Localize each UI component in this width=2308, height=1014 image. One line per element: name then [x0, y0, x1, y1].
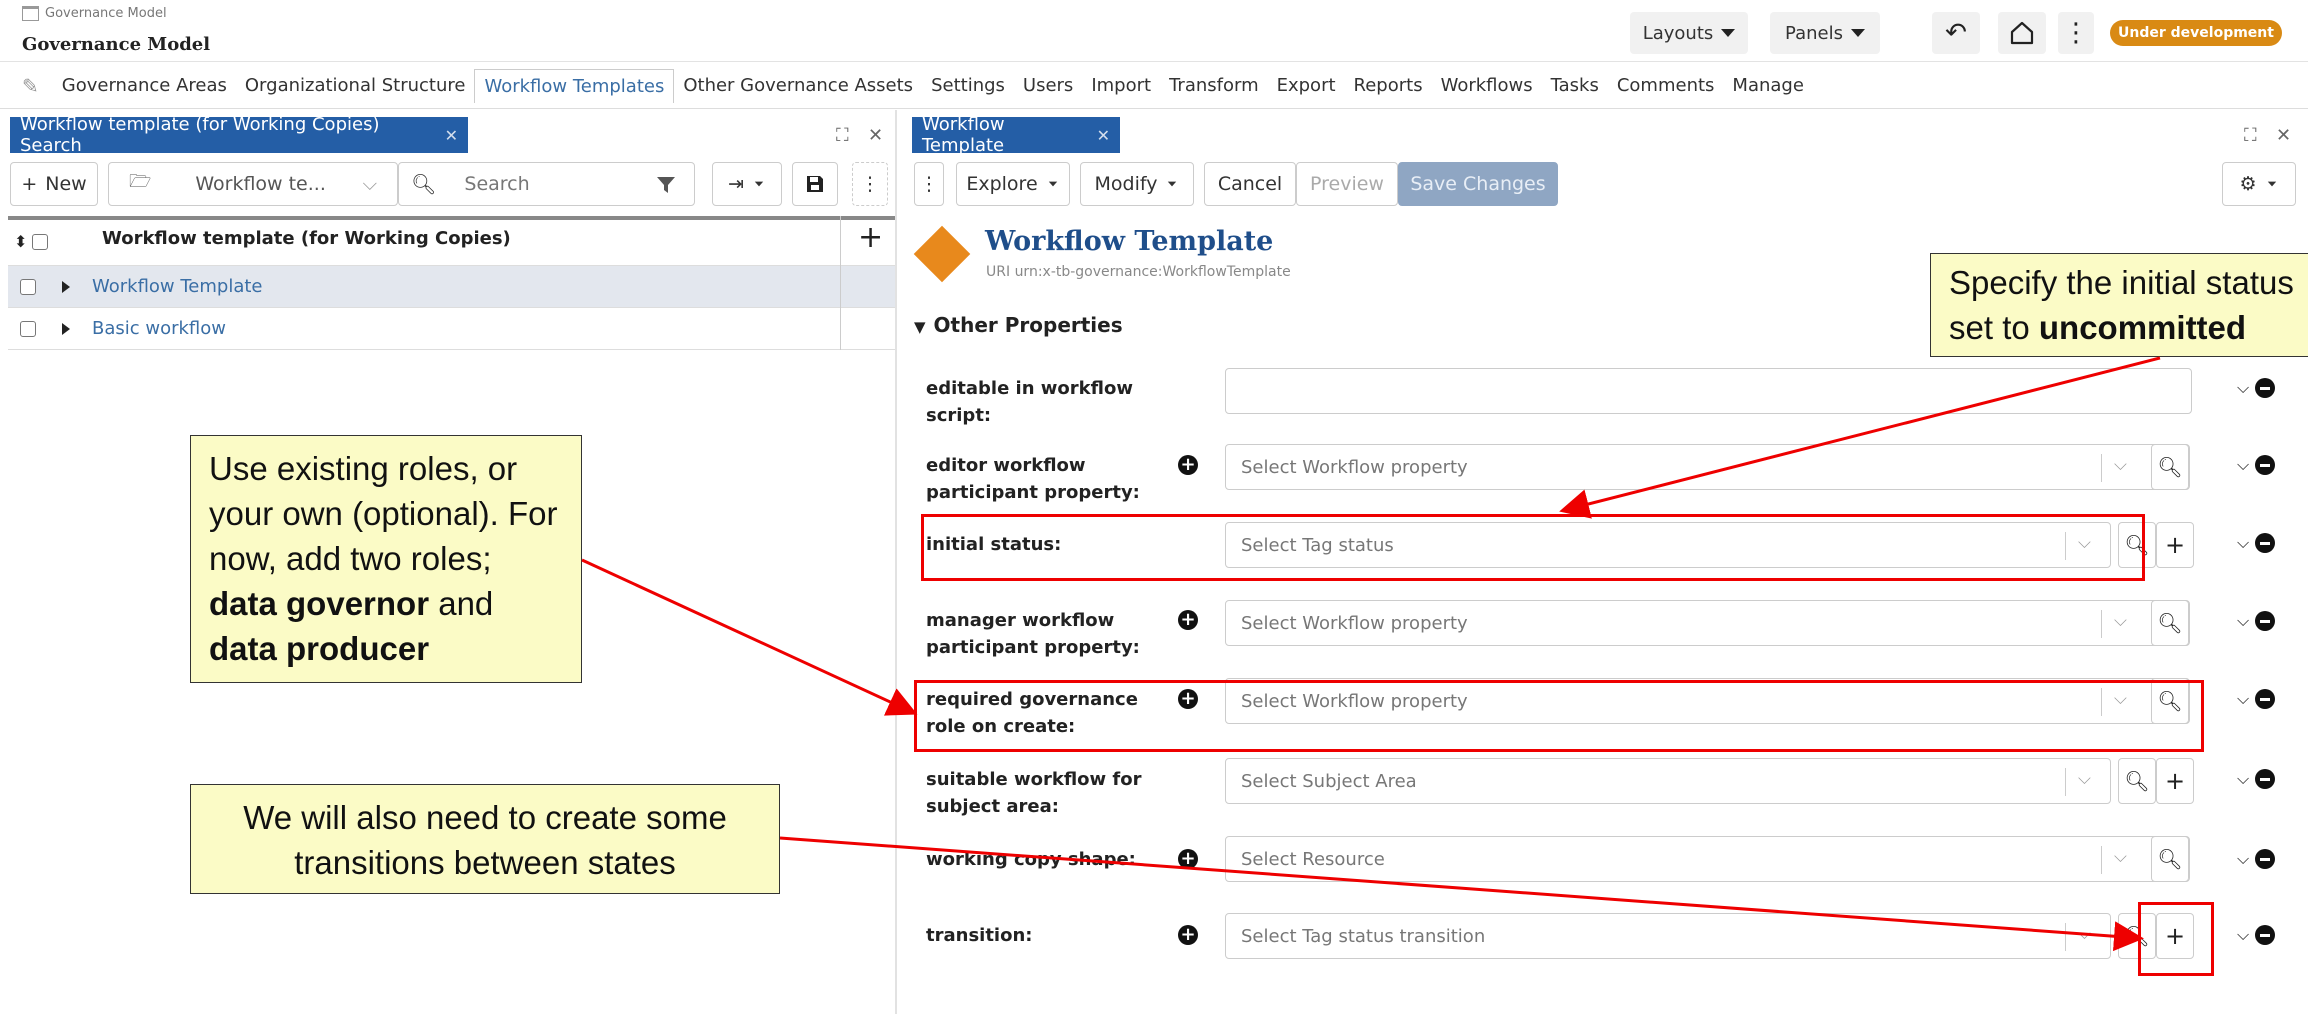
annotation-arrows: [581, 356, 2161, 952]
arrow-to-required-role: [581, 558, 918, 716]
arrow-to-initial-status: [1559, 356, 2161, 519]
arrow-to-transition-add: [779, 836, 2144, 952]
